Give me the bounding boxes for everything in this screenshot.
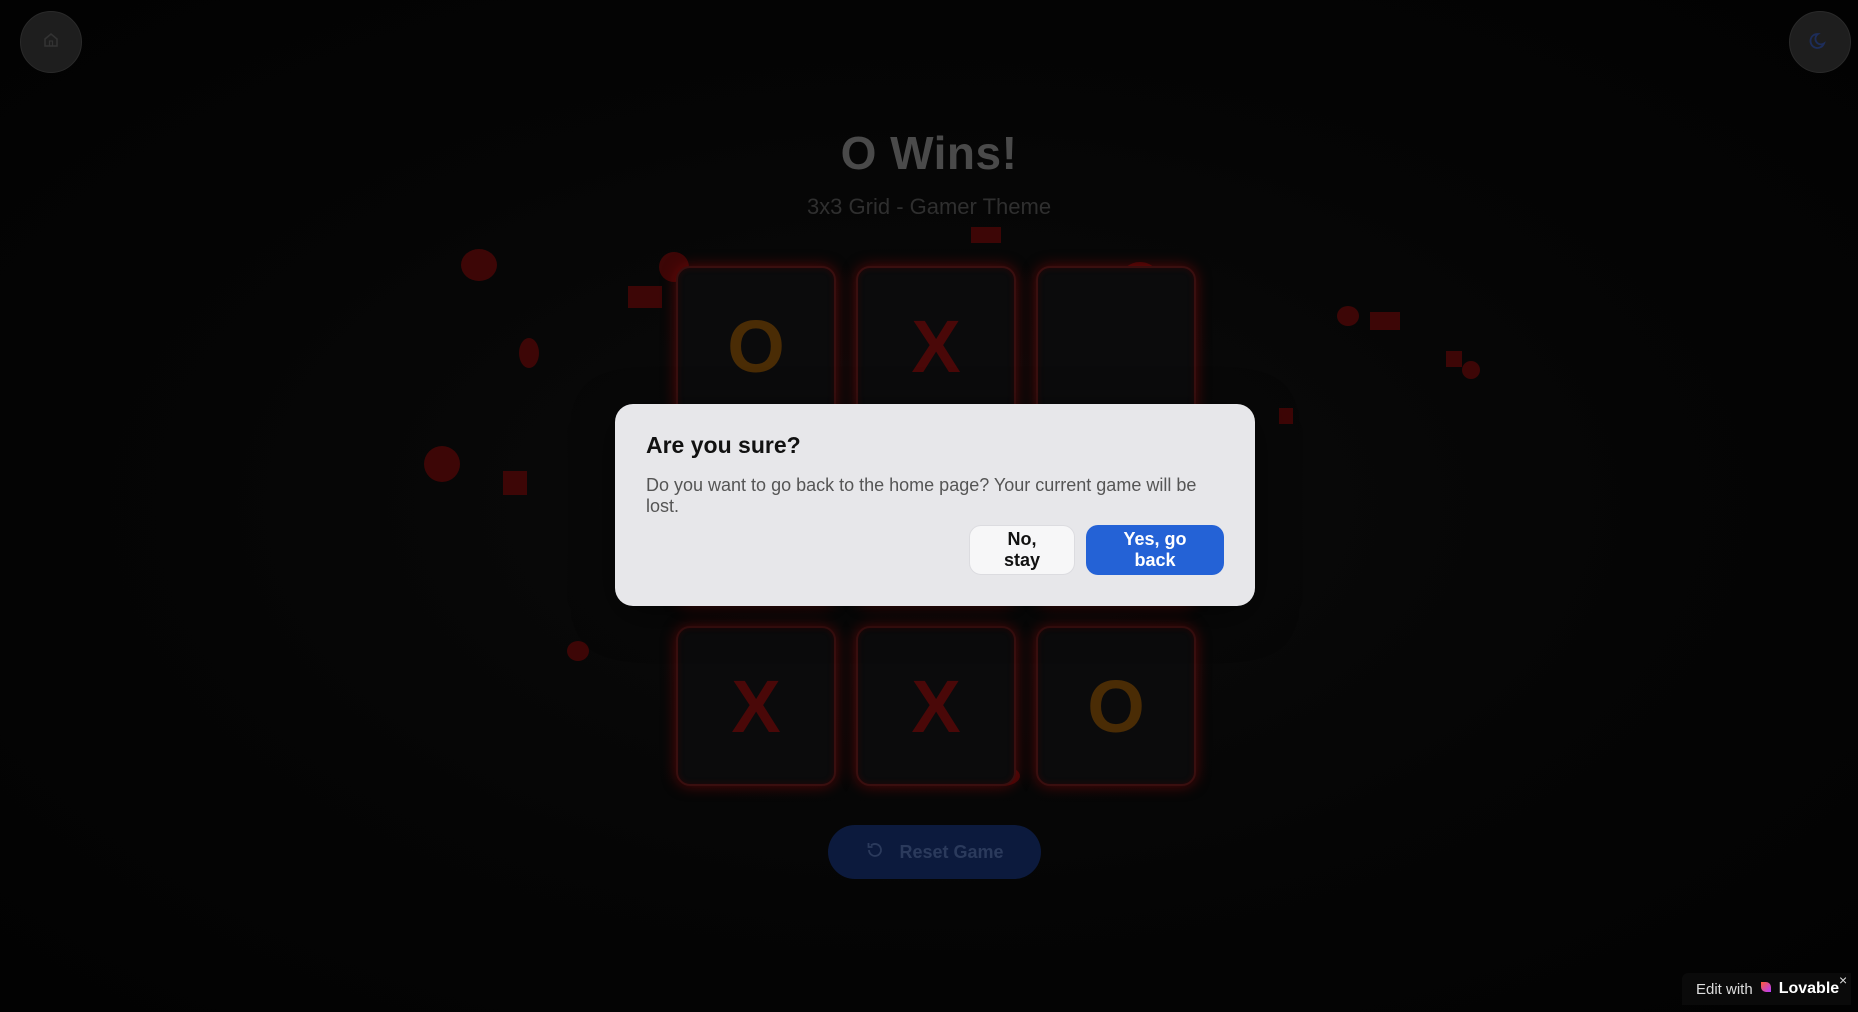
confirm-button[interactable]: Yes, go back [1086,525,1224,575]
dialog-title: Are you sure? [646,432,801,458]
badge-brand: Lovable [1778,980,1840,997]
confirm-dialog: Are you sure? Do you want to go back to … [615,404,1255,606]
game-screen: O Wins! 3x3 Grid - Gamer Theme O X X X O… [0,0,1858,1012]
heart-logo-icon [1759,980,1773,998]
dialog-description: Do you want to go back to the home page?… [646,475,1197,516]
edit-with-badge[interactable]: Edit with Lovable [1682,973,1852,1005]
cancel-button[interactable]: No, stay [969,525,1075,575]
dialog-actions: No, stay Yes, go back [969,525,1224,575]
close-badge-icon[interactable]: × [1839,972,1847,988]
badge-prefix: Edit with [1696,980,1753,998]
